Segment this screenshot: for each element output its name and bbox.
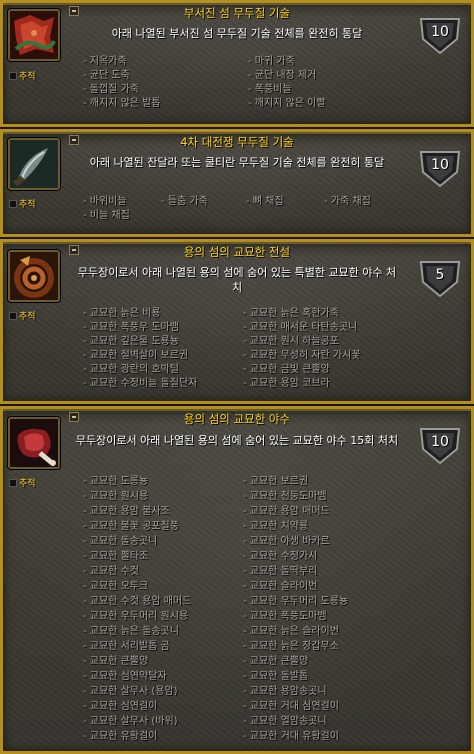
criteria-item: - 교묘한 도롱뇽 xyxy=(83,476,149,487)
achievement-panel[interactable]: 용의 섬의 교묘한 전설 추적 무두장이로서 아래 나열된 용의 섬에 숨어 있… xyxy=(0,239,474,404)
track-checkbox[interactable]: 추적 xyxy=(9,197,36,210)
criteria-item: - 교묘한 열암송곳니 xyxy=(243,716,327,727)
criteria-item: - 교묘한 큰뿔양 xyxy=(243,656,309,667)
criteria-item: - 교묘한 늙은 슬라이번 xyxy=(243,626,339,637)
criteria-item: - 폭풍비늘 xyxy=(248,84,292,95)
criteria-item: - 교묘한 용암송곳니 xyxy=(243,686,327,697)
criteria-item: - 균단 내장 제거 xyxy=(248,70,317,81)
criteria-item: - 교묘한 절벽살이 보르권 xyxy=(83,350,189,361)
achievement-panel[interactable]: 4차 대전쟁 무두질 기술 추적 아래 나열된 잔달라 또는 쿨티란 무두질 기… xyxy=(0,129,474,237)
achievement-points-shield: 10 xyxy=(417,13,463,57)
criteria-item: - 교묘한 깊은물 도룡뇽 xyxy=(83,336,179,347)
achievement-points-shield: 10 xyxy=(417,146,463,190)
coiled-hide-icon xyxy=(8,250,60,302)
track-label: 추적 xyxy=(19,72,36,82)
criteria-item: - 교묘한 폭풍우 도마뱀 xyxy=(83,322,179,333)
criteria-item: - 교묘한 슬라이번 xyxy=(243,581,318,592)
achievement-panel[interactable]: 용의 섬의 교묘한 야수 추적 무두장이로서 아래 나열된 용의 섬에 숨어 있… xyxy=(0,406,474,754)
criteria-item: - 교묘한 살무사 (용암) xyxy=(83,686,178,697)
criteria-item: - 깨지지 않은 발톱 xyxy=(83,98,161,109)
track-label: 추적 xyxy=(19,479,36,489)
criteria-item: - 교묘한 야생 바카르 xyxy=(243,536,330,547)
leather-hide-red-icon xyxy=(8,9,60,61)
criteria-item: - 마귀 가죽 xyxy=(248,56,295,67)
criteria-item: - 교묘한 금빛 큰뿔양 xyxy=(243,364,330,375)
criteria-item: - 뼈 채집 xyxy=(246,196,284,207)
criteria-item: - 교묘한 수컷 xyxy=(83,566,139,577)
criteria-item: - 교묘한 심연걸이 xyxy=(83,701,158,712)
criteria-item: - 교묘한 늙은 비룡 xyxy=(83,308,161,319)
track-label: 추적 xyxy=(19,200,36,210)
track-box xyxy=(9,311,17,320)
criteria-item: - 교묘한 거대 유황걸이 xyxy=(243,731,339,742)
achievement-description: 무두장이로서 아래 나열된 용의 섬에 숨어 있는 교묘한 야수 15회 처치 xyxy=(75,434,399,447)
criteria-item: - 교묘한 늙은 장갑무소 xyxy=(243,641,339,652)
achievement-title: 용의 섬의 교묘한 전설 xyxy=(183,245,291,259)
criteria-item: - 교묘한 오투크 xyxy=(83,581,149,592)
criteria-item: - 교묘한 무성히 자란 가시꽃 xyxy=(243,350,361,361)
achievement-points-shield: 10 xyxy=(417,423,463,467)
criteria-item: - 교묘한 원시 하늘공포 xyxy=(243,336,339,347)
criteria-item: - 교묘한 우두머리 도룡뇽 xyxy=(243,596,349,607)
criteria-item: - 교묘한 천둥도마뱀 xyxy=(243,491,327,502)
track-checkbox[interactable]: 추적 xyxy=(9,69,36,82)
criteria-item: - 교묘한 광란의 호박털 xyxy=(83,364,179,375)
track-checkbox[interactable]: 추적 xyxy=(9,476,36,489)
criteria-item: - 교묘한 용암 코브라 xyxy=(243,378,330,389)
achievement-panel[interactable]: 부서진 섬 무두질 기술 추적 아래 나열된 부서진 섬 무두질 기술 전체를 … xyxy=(0,0,474,127)
criteria-item: - 교묘한 불꽃 공포질풍 xyxy=(83,521,179,532)
criteria-item: - 교묘한 거대 심연걸이 xyxy=(243,701,339,712)
criteria-item: - 교묘한 늙은 돌송곳니 xyxy=(83,626,179,637)
criteria-item: - 교묘한 용암 매머드 xyxy=(243,506,330,517)
achievement-points: 10 xyxy=(431,434,449,450)
achievement-description: 아래 나열된 잔달라 또는 쿨티란 무두질 기술 전체를 완전히 통달 xyxy=(89,156,385,169)
criteria-item: - 교묘한 살무사 (바위) xyxy=(83,716,178,727)
achievement-title: 용의 섬의 교묘한 야수 xyxy=(183,412,291,426)
achievement-title: 4차 대전쟁 무두질 기술 xyxy=(180,135,294,149)
criteria-item: - 교묘한 돌딱부리 xyxy=(243,566,318,577)
track-label: 추적 xyxy=(19,312,36,322)
achievement-points: 5 xyxy=(435,267,445,283)
criteria-item: - 교묘한 수정비늘 돌질단자 xyxy=(83,378,198,389)
criteria-item: - 교묘한 서리발톱 곰 xyxy=(83,641,170,652)
track-box xyxy=(9,71,17,80)
criteria-item: - 교묘한 용암 불사조 xyxy=(83,506,170,517)
criteria-item: - 지옥가죽 xyxy=(83,56,127,67)
criteria-item: - 교묘한 원시용 xyxy=(83,491,149,502)
criteria-item: - 교묘한 수컷 용암 매머드 xyxy=(83,596,192,607)
track-checkbox[interactable]: 추적 xyxy=(9,309,36,322)
criteria-item: - 교묘한 돌송곳니 xyxy=(83,536,158,547)
criteria-item: - 바위비늘 xyxy=(83,196,127,207)
criteria-item: - 교묘한 우두머리 원시용 xyxy=(83,611,189,622)
criteria-item: - 교묘한 보르권 xyxy=(243,476,309,487)
criteria-item: - 비늘 채집 xyxy=(83,210,130,221)
criteria-item: - 교묘한 돌발톱 xyxy=(243,671,309,682)
track-box xyxy=(9,478,17,487)
criteria-item: - 깨지지 않은 이빨 xyxy=(248,98,326,109)
achievement-points: 10 xyxy=(431,157,449,173)
raw-meat-icon xyxy=(8,417,60,469)
criteria-item: - 균단 도축 xyxy=(83,70,130,81)
achievement-points: 10 xyxy=(431,24,449,40)
criteria-item: - 들춤 가죽 xyxy=(161,196,208,207)
criteria-item: - 교묘한 수정가시 xyxy=(243,551,318,562)
criteria-item: - 교묘한 매서운 타탄송곳니 xyxy=(243,322,358,333)
criteria-item: - 교묘한 치약룡 xyxy=(243,521,309,532)
achievement-points-shield: 5 xyxy=(417,256,463,300)
achievement-description: 아래 나열된 부서진 섬 무두질 기술 전체를 완전히 통달 xyxy=(111,27,363,40)
criteria-item: - 교묘한 유황걸이 xyxy=(83,731,158,742)
criteria-item: - 교묘한 폭풍도마뱀 xyxy=(243,611,327,622)
achievement-description: 무두장이로서 아래 나열된 용의 섬에 숨어 있는 특별한 교묘한 야수 처치 xyxy=(77,266,397,294)
criteria-item: - 돌껍질 가죽 xyxy=(83,84,139,95)
criteria-item: - 교묘한 큰뿔양 xyxy=(83,656,149,667)
criteria-item: - 교묘한 늙은 혹한가죽 xyxy=(243,308,339,319)
achievement-title: 부서진 섬 무두질 기술 xyxy=(183,6,291,20)
track-box xyxy=(9,199,17,208)
criteria-item: - 교묘한 심연약탈자 xyxy=(83,671,167,682)
criteria-item: - 교묘한 뿔타조 xyxy=(83,551,149,562)
skinning-knife-icon xyxy=(8,138,60,190)
criteria-item: - 가죽 채집 xyxy=(324,196,371,207)
